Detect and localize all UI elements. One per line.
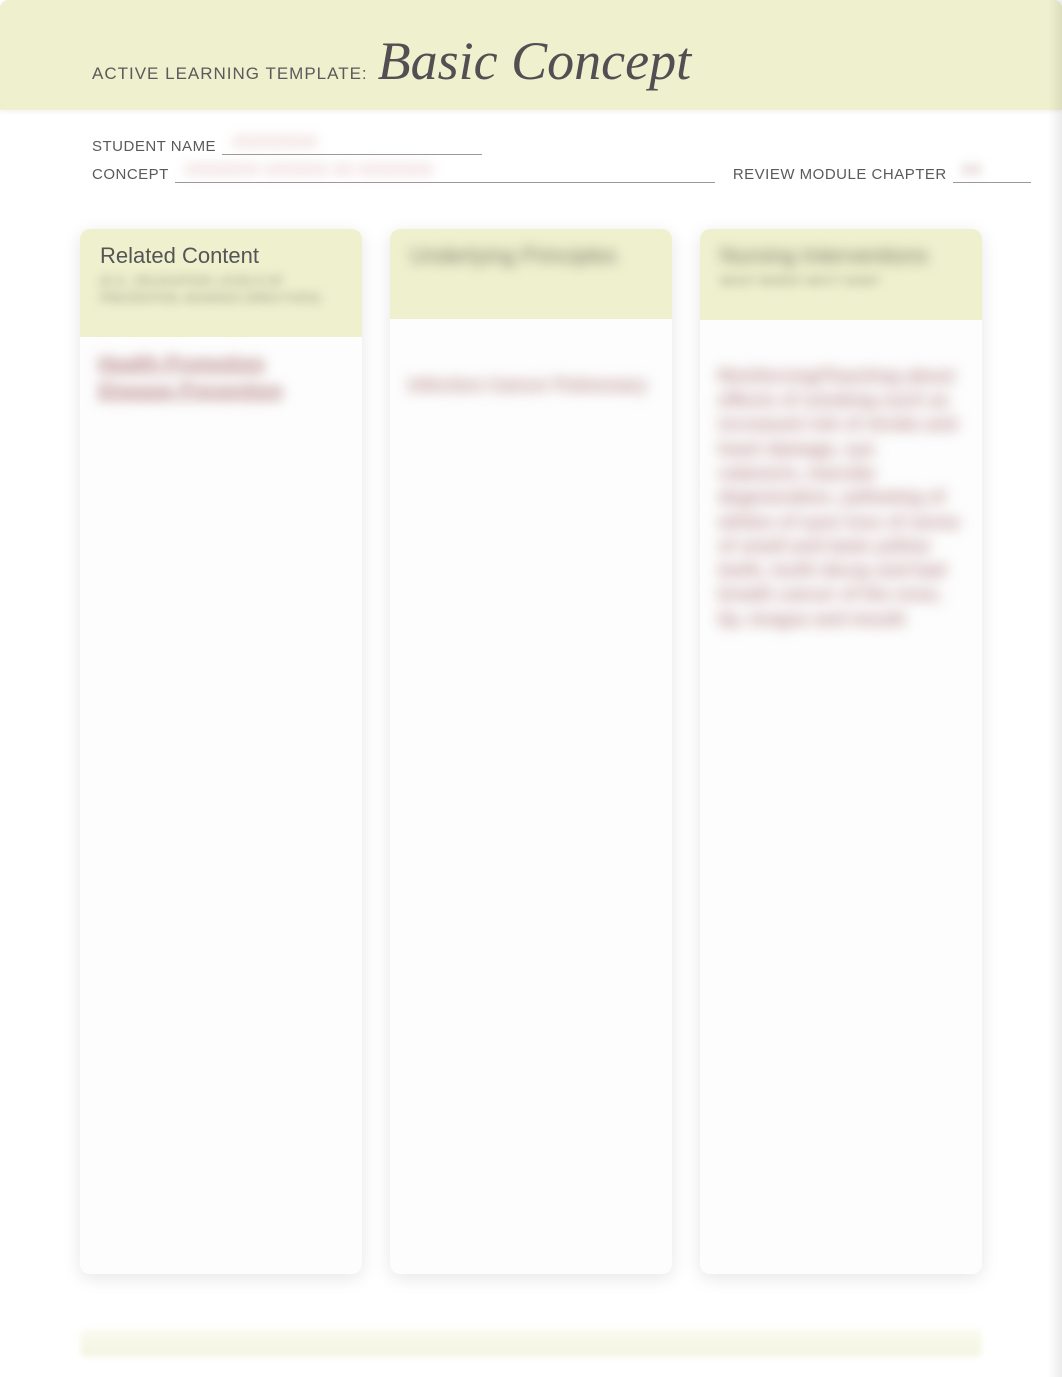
interventions-body: Reinforcing/Teaching about effects of sm… (718, 364, 964, 631)
blurred-chapter-number: XX (961, 162, 982, 180)
card-title-related: Related Content (100, 243, 342, 269)
blurred-student-name: XXXXXXXX (232, 134, 317, 152)
concept-label: CONCEPT (92, 166, 169, 183)
header-band: ACTIVE LEARNING TEMPLATE: Basic Concept (0, 0, 1062, 110)
blurred-concept: XXXXXXX XXXXXX XX XXXXXXX (185, 162, 433, 180)
chapter-field[interactable]: XX (953, 163, 1031, 183)
principles-body: Infection Cancer Pulmonary (408, 373, 654, 398)
card-related-content: Related Content (E.G., DELEGATION, LEVEL… (80, 229, 362, 1274)
card-title-interventions: Nursing Interventions (720, 243, 962, 269)
card-nursing-interventions: Nursing Interventions WHO? WHEN? WHY? HO… (700, 229, 982, 1274)
card-underlying-principles: Underlying Principles Infection Cancer P… (390, 229, 672, 1274)
template-prefix-label: ACTIVE LEARNING TEMPLATE: (92, 64, 368, 84)
card-sub-interventions: WHO? WHEN? WHY? HOW? (720, 273, 962, 290)
card-sub-related: (E.G., DELEGATION, LEVELS OF PREVENTION,… (100, 273, 342, 307)
related-body-heading: Health Promotion Disease Prevention (98, 351, 344, 405)
concept-field[interactable]: XXXXXXX XXXXXX XX XXXXXXX (175, 163, 715, 183)
chapter-label: REVIEW MODULE CHAPTER (733, 166, 947, 183)
student-name-field[interactable]: XXXXXXXX (222, 135, 482, 155)
footer-band (80, 1329, 982, 1357)
meta-section: STUDENT NAME XXXXXXXX CONCEPT XXXXXXX XX… (0, 110, 1062, 183)
columns-container: Related Content (E.G., DELEGATION, LEVEL… (0, 183, 1062, 1274)
card-title-principles: Underlying Principles (410, 243, 652, 269)
page-right-shadow (1048, 0, 1062, 1377)
template-title: Basic Concept (378, 30, 691, 92)
student-name-label: STUDENT NAME (92, 138, 216, 155)
